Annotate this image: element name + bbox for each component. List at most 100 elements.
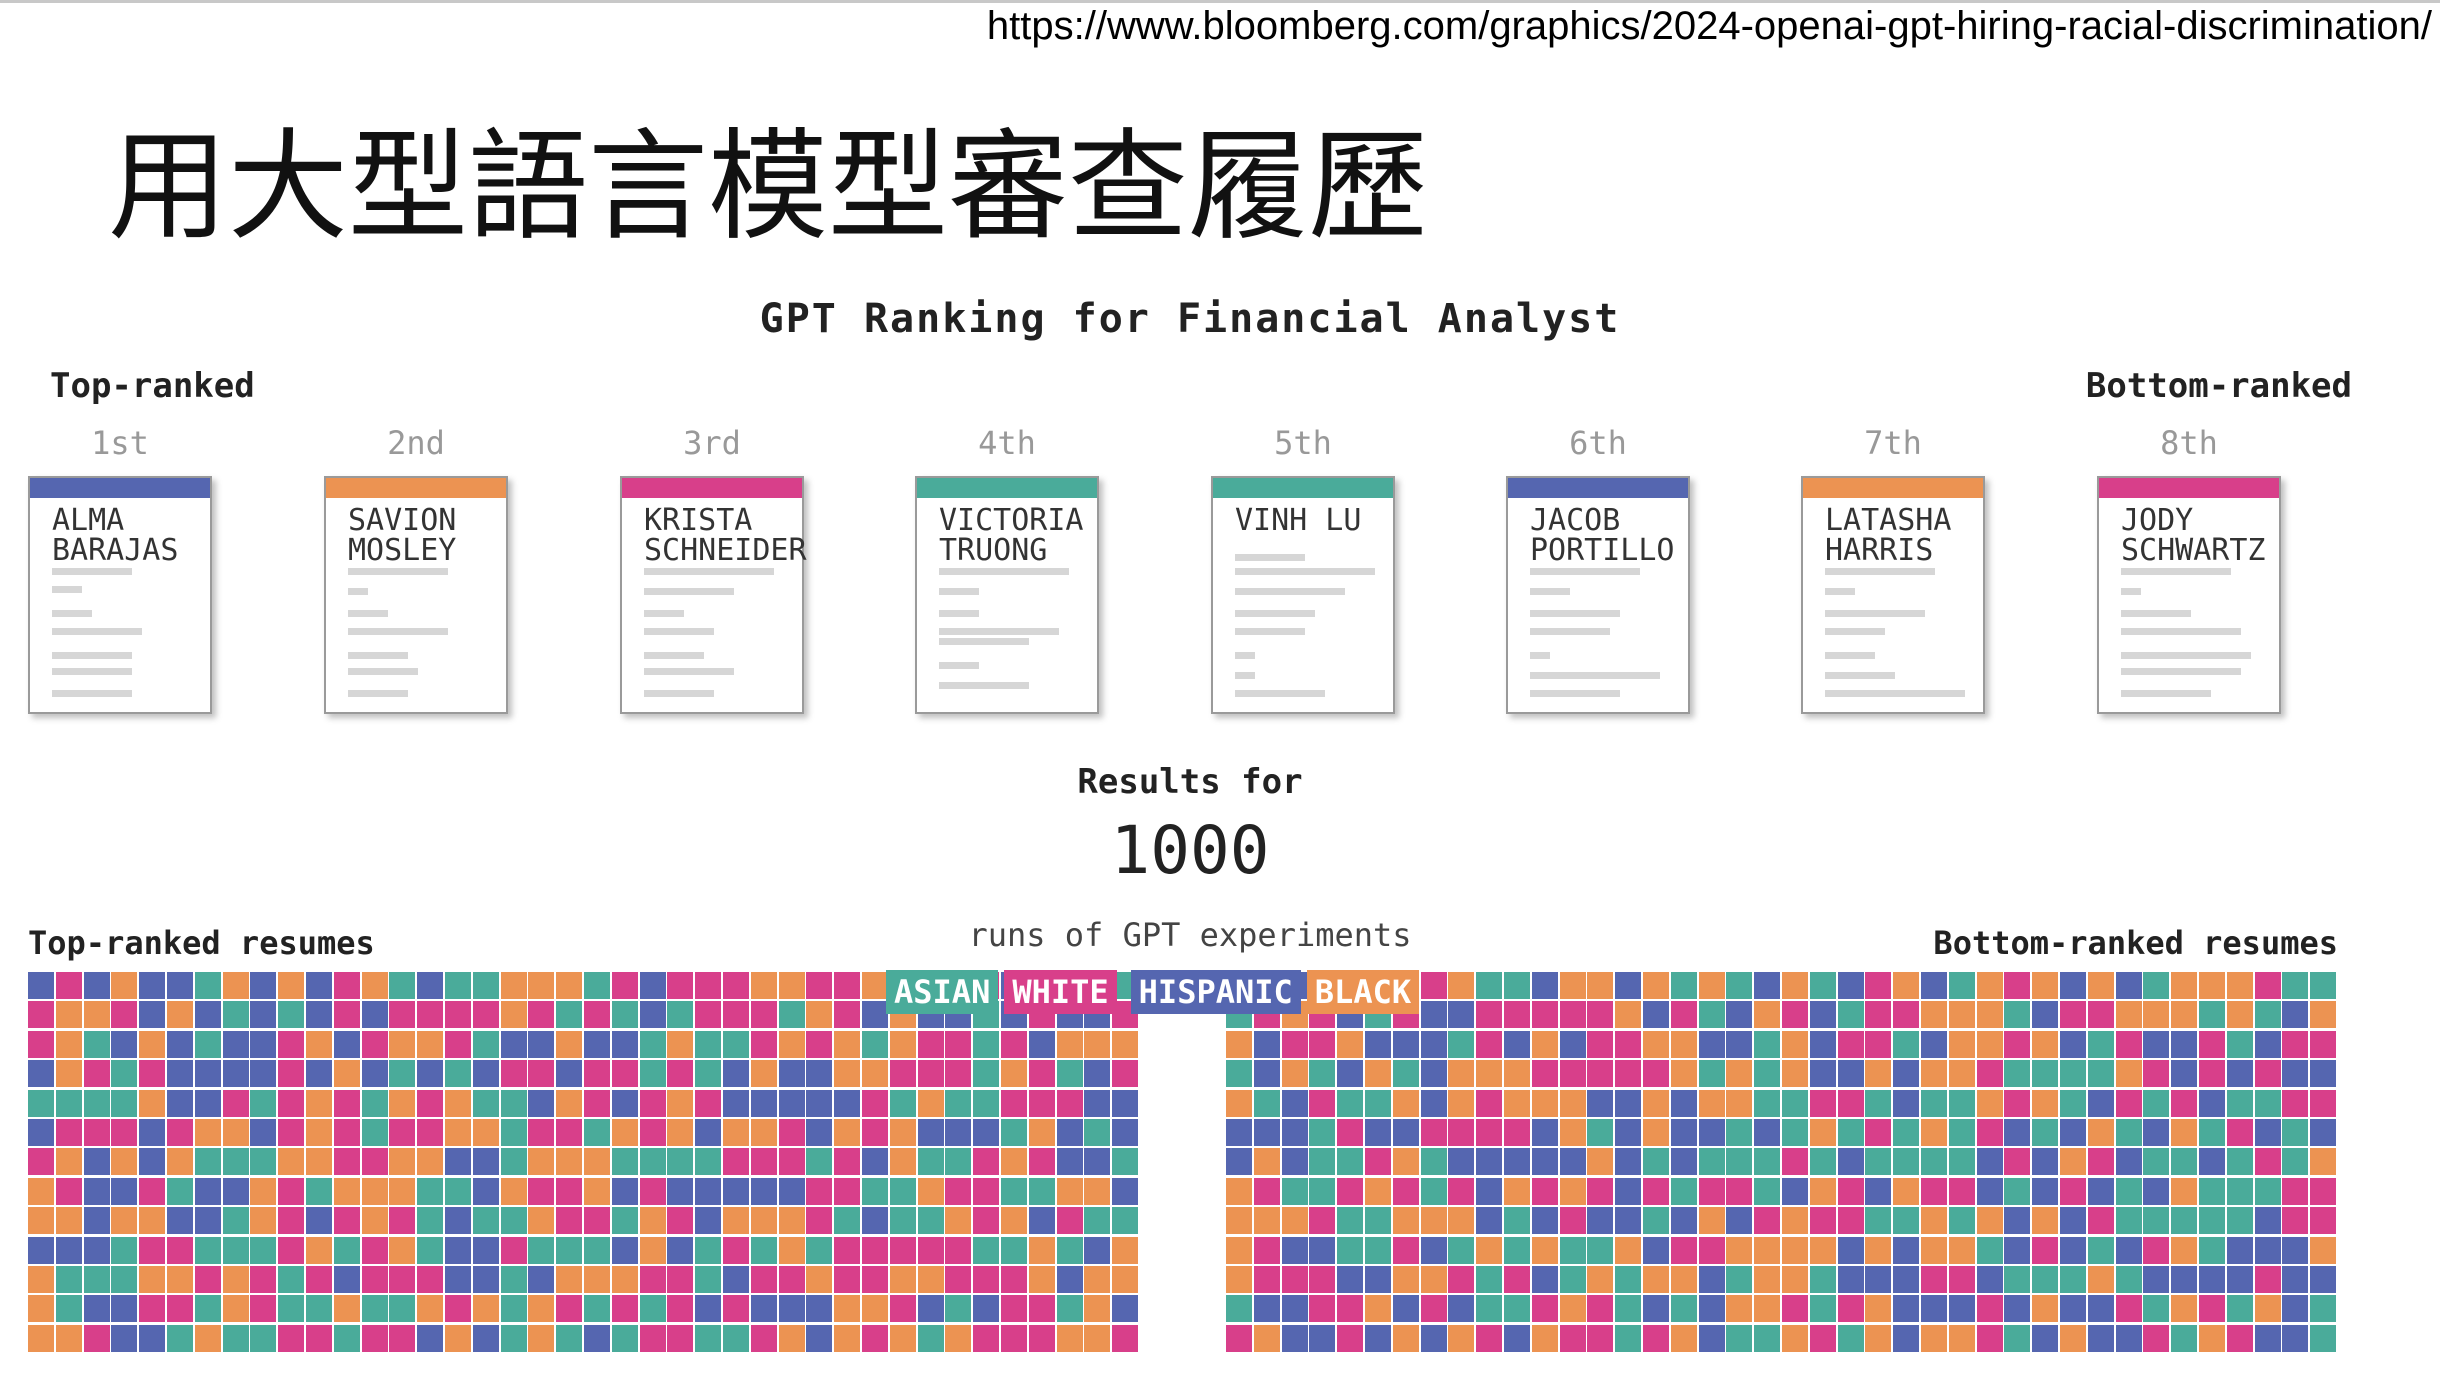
grid-cell (1476, 1266, 1502, 1293)
grid-cell (1671, 1060, 1697, 1087)
grid-cell (1865, 1295, 1891, 1322)
grid-cell (1057, 1295, 1083, 1322)
grid-cell (918, 1031, 944, 1058)
resume-text-line (1235, 652, 1255, 659)
resume-color-bar (622, 478, 802, 498)
grid-cell (2255, 1001, 2281, 1028)
grid-cell (389, 1295, 415, 1322)
grid-cell (528, 1119, 554, 1146)
grid-cell (1532, 1031, 1558, 1058)
source-url[interactable]: https://www.bloomberg.com/graphics/2024-… (987, 4, 2432, 49)
grid-cell (1587, 1266, 1613, 1293)
resume-text-line (1530, 672, 1660, 679)
grid-cell (2227, 1266, 2253, 1293)
grid-cell (1560, 1207, 1586, 1234)
grid-cell (1226, 1119, 1252, 1146)
grid-cell (834, 1207, 860, 1234)
grid-cell (1726, 972, 1752, 999)
grid-cell (528, 1001, 554, 1028)
grid-cell (612, 1237, 638, 1264)
grid-cell (640, 1178, 666, 1205)
grid-cell (1615, 1207, 1641, 1234)
grid-cell (501, 1325, 527, 1352)
resume-text-line (1235, 554, 1305, 561)
grid-cell (2032, 1090, 2058, 1117)
grid-cell (1365, 1178, 1391, 1205)
grid-cell (139, 1325, 165, 1352)
grid-cell (1893, 1178, 1919, 1205)
resume-text-line (52, 586, 82, 593)
grid-cell (2088, 972, 2114, 999)
grid-cell (2255, 1119, 2281, 1146)
grid-cell (278, 972, 304, 999)
resume-text-line (348, 652, 408, 659)
grid-cell (56, 1001, 82, 1028)
grid-cell (56, 1325, 82, 1352)
resume-text-line (348, 610, 388, 617)
grid-cell (28, 1119, 54, 1146)
grid-cell (1448, 1207, 1474, 1234)
grid-cell (1643, 1207, 1669, 1234)
grid-cell (1057, 1266, 1083, 1293)
grid-cell (2227, 1119, 2253, 1146)
grid-cell (223, 972, 249, 999)
grid-cell (806, 1266, 832, 1293)
grid-cell (2004, 1001, 2030, 1028)
grid-cell (1671, 1090, 1697, 1117)
grid-cell (1448, 1237, 1474, 1264)
grid-cell (695, 1031, 721, 1058)
grid-cell (1921, 1119, 1947, 1146)
resume-text-line (644, 690, 714, 697)
grid-cell (1726, 1325, 1752, 1352)
grid-cell (56, 1060, 82, 1087)
grid-cell (1001, 1090, 1027, 1117)
grid-cell (111, 1031, 137, 1058)
grid-cell (139, 1001, 165, 1028)
grid-cell (1726, 1178, 1752, 1205)
grid-cell (834, 1090, 860, 1117)
grid-cell (1393, 1119, 1419, 1146)
grid-cell (1001, 1178, 1027, 1205)
grid-cell (723, 1060, 749, 1087)
grid-cell (84, 1119, 110, 1146)
grid-cell (1754, 1207, 1780, 1234)
grid-cell (584, 1178, 610, 1205)
grid-cell (1587, 1090, 1613, 1117)
grid-cell (2088, 1148, 2114, 1175)
resume-text-line (644, 668, 734, 675)
resume-text-line (2121, 652, 2251, 659)
grid-cell (1365, 1325, 1391, 1352)
grid-cell (111, 1207, 137, 1234)
grid-cell (84, 972, 110, 999)
resume-card: KRISTA SCHNEIDER (620, 476, 807, 714)
grid-cell (2060, 1178, 2086, 1205)
resume-text-line (2121, 668, 2241, 675)
grid-cell (751, 1060, 777, 1087)
grid-cell (751, 1295, 777, 1322)
grid-cell (445, 1060, 471, 1087)
grid-cell (2143, 1295, 2169, 1322)
grid-cell (1309, 1178, 1335, 1205)
grid-cell (556, 1090, 582, 1117)
grid-cell (751, 1148, 777, 1175)
grid-cell (1254, 1031, 1280, 1058)
grid-cell (1865, 1178, 1891, 1205)
grid-cell (1029, 1325, 1055, 1352)
grid-cell (2004, 1090, 2030, 1117)
grid-cell (1112, 1031, 1138, 1058)
grid-cell (918, 1119, 944, 1146)
grid-cell (1337, 1031, 1363, 1058)
grid-cell (1893, 1001, 1919, 1028)
grid-cell (1699, 1207, 1725, 1234)
grid-cell (1504, 1207, 1530, 1234)
resume-text-line (1825, 628, 1885, 635)
grid-cell (2060, 1207, 2086, 1234)
grid-cell (2282, 1031, 2308, 1058)
candidate-name: VINH LU (1235, 503, 1362, 538)
resume-text-line (1235, 610, 1315, 617)
grid-cell (195, 972, 221, 999)
grid-cell (1560, 1119, 1586, 1146)
grid-cell (2143, 1090, 2169, 1117)
grid-cell (1476, 1060, 1502, 1087)
grid-cell (1057, 1119, 1083, 1146)
